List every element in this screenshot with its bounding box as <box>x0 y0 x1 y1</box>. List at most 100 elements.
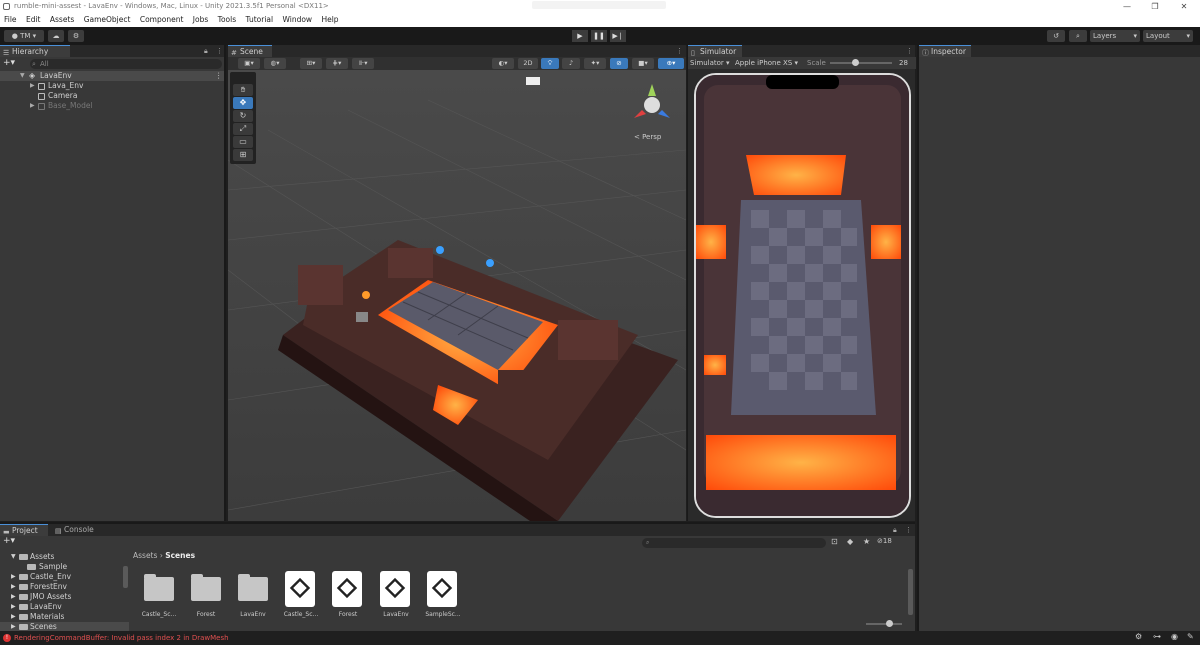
panel-menu-icon[interactable]: ⋮ <box>905 524 912 536</box>
favorites-icon[interactable]: ★ <box>863 537 870 546</box>
asset-folder-castle-scenes[interactable]: Castle_Sc... <box>135 571 183 621</box>
hierarchy-item-lavaenv[interactable]: ▼ ◈ LavaEnv ⋮ <box>0 71 224 81</box>
gizmos-dropdown[interactable]: ⊕▾ <box>658 58 684 69</box>
grid-snap-dropdown[interactable]: ⋕▾ <box>326 58 348 69</box>
status-message[interactable]: RenderingCommandBuffer: Invalid pass ind… <box>14 634 229 642</box>
network-icon[interactable]: ⊶ <box>1153 632 1161 641</box>
scale-slider[interactable] <box>830 59 892 66</box>
hierarchy-search-input[interactable]: ⌕ All <box>30 59 222 69</box>
step-button[interactable]: ▶❘ <box>610 30 626 42</box>
rotate-tool-icon[interactable]: ↻ <box>233 110 253 122</box>
collab-icon[interactable]: ⚙ <box>68 30 84 42</box>
account-dropdown[interactable]: ● TM ▾ <box>4 30 44 42</box>
toggle-2d-button[interactable]: 2D <box>518 58 538 69</box>
menu-file[interactable]: File <box>4 15 17 24</box>
scale-tool-icon[interactable]: ⤢ <box>233 123 253 135</box>
tab-scene[interactable]: # Scene <box>228 45 272 57</box>
maximize-button[interactable]: ❐ <box>1143 0 1167 13</box>
panel-menu-icon[interactable]: ⋮ <box>216 45 223 57</box>
tab-console[interactable]: ▤ Console <box>52 524 98 536</box>
hidden-packages-toggle[interactable]: ⊘18 <box>877 537 892 545</box>
tree-item-sample[interactable]: Sample <box>0 562 129 572</box>
status-bar[interactable]: ! RenderingCommandBuffer: Invalid pass i… <box>0 631 917 645</box>
menu-jobs[interactable]: Jobs <box>193 15 208 24</box>
tab-hierarchy[interactable]: ☰ Hierarchy <box>0 45 70 57</box>
expand-arrow-icon[interactable]: ▼ <box>20 71 25 81</box>
tab-inspector[interactable]: ⓘ Inspector <box>919 45 971 57</box>
asset-folder-forest[interactable]: Forest <box>182 571 230 621</box>
notifications-icon[interactable]: ✎ <box>1187 632 1194 641</box>
breadcrumb-assets[interactable]: Assets <box>133 551 157 560</box>
expand-arrow-icon[interactable]: ▶ <box>11 602 16 612</box>
asset-scene-castle[interactable]: Castle_Sc... <box>277 571 325 621</box>
layers-dropdown[interactable]: Layers ▾ <box>1090 30 1140 42</box>
draw-mode-dropdown[interactable]: ▣▾ <box>238 58 260 69</box>
transform-tool-icon[interactable]: ⊞ <box>233 149 253 161</box>
expand-arrow-icon[interactable]: ▶ <box>11 572 16 582</box>
expand-arrow-icon[interactable]: ▶ <box>11 582 16 592</box>
history-icon[interactable]: ↺ <box>1047 30 1065 42</box>
projection-label[interactable]: < Persp <box>634 133 661 141</box>
cloud-icon[interactable]: ☁ <box>48 30 64 42</box>
search-by-label-icon[interactable]: ◆ <box>847 537 853 546</box>
search-by-type-icon[interactable]: ⊡ <box>831 537 838 546</box>
tree-item-castle-env[interactable]: ▶ Castle_Env <box>0 572 129 582</box>
menu-component[interactable]: Component <box>140 15 184 24</box>
menu-help[interactable]: Help <box>321 15 338 24</box>
asset-scene-lavaenv[interactable]: LavaEnv <box>372 571 420 621</box>
panel-menu-icon[interactable]: ⋮ <box>676 45 683 57</box>
minimize-button[interactable]: — <box>1115 0 1139 13</box>
lock-icon[interactable]: 🔒︎ <box>893 524 897 536</box>
asset-scrollbar[interactable] <box>908 569 913 615</box>
menu-tutorial[interactable]: Tutorial <box>246 15 274 24</box>
expand-arrow-icon[interactable]: ▶ <box>30 101 35 111</box>
menu-gameobject[interactable]: GameObject <box>84 15 131 24</box>
tree-item-jmo-assets[interactable]: ▶ JMO Assets <box>0 592 129 602</box>
pause-button[interactable]: ❚❚ <box>591 30 607 42</box>
game-view[interactable] <box>696 75 909 516</box>
expand-arrow-icon[interactable]: ▶ <box>30 81 35 91</box>
close-window-button[interactable]: ✕ <box>1172 0 1196 13</box>
point-light-icon[interactable] <box>362 291 370 299</box>
play-button[interactable]: ▶ <box>572 30 588 42</box>
panel-menu-icon[interactable]: ⋮ <box>906 45 913 57</box>
icon-size-slider[interactable] <box>866 620 902 627</box>
camera-gizmo-icon[interactable] <box>356 312 368 322</box>
scene-viewport[interactable] <box>228 70 686 521</box>
tree-item-materials[interactable]: ▶ Materials <box>0 612 129 622</box>
asset-scene-sample[interactable]: SampleSc... <box>419 571 467 621</box>
render-mode-dropdown[interactable]: ◍▾ <box>264 58 286 69</box>
project-search-input[interactable]: ⌕ <box>642 538 826 548</box>
search-icon[interactable]: ⌕ <box>1069 30 1087 42</box>
bug-icon[interactable]: ⚙ <box>1135 632 1142 641</box>
expand-arrow-icon[interactable]: ▼ <box>11 552 16 562</box>
hierarchy-item-lava-env[interactable]: ▶ Lava_Env <box>0 81 224 91</box>
camera-settings-dropdown[interactable]: ■▾ <box>632 58 654 69</box>
rect-tool-icon[interactable]: ▭ <box>233 136 253 148</box>
item-menu-icon[interactable]: ⋮ <box>215 71 223 81</box>
pivot-dropdown[interactable]: ⊞▾ <box>300 58 322 69</box>
audio-toggle-icon[interactable]: ♪ <box>562 58 580 69</box>
tree-item-forestenv[interactable]: ▶ ForestEnv <box>0 582 129 592</box>
move-tool-icon[interactable]: ✥ <box>233 97 253 109</box>
tree-item-assets[interactable]: ▼ Assets <box>0 552 129 562</box>
menu-edit[interactable]: Edit <box>26 15 41 24</box>
create-asset-button[interactable]: +▾ <box>3 536 15 546</box>
breadcrumb-scenes[interactable]: Scenes <box>165 551 195 560</box>
hierarchy-item-base-model[interactable]: ▶ Base_Model <box>0 101 224 111</box>
lighting-toggle-icon[interactable]: 💡︎ <box>541 58 559 69</box>
expand-arrow-icon[interactable]: ▶ <box>11 612 16 622</box>
icon-size-slider-thumb[interactable] <box>886 620 893 627</box>
hand-tool-icon[interactable]: ✋︎ <box>233 84 253 96</box>
simulator-mode-dropdown[interactable]: Simulator ▾ <box>690 57 730 69</box>
menu-tools[interactable]: Tools <box>218 15 236 24</box>
effects-dropdown[interactable]: ✦▾ <box>584 58 606 69</box>
lock-icon[interactable]: 🔒︎ <box>204 45 208 57</box>
layout-dropdown[interactable]: Layout ▾ <box>1143 30 1193 42</box>
device-dropdown[interactable]: Apple iPhone XS ▾ <box>735 57 798 69</box>
menu-assets[interactable]: Assets <box>50 15 74 24</box>
tree-scrollbar[interactable] <box>123 566 128 588</box>
asset-scene-forest[interactable]: Forest <box>324 571 372 621</box>
tab-simulator[interactable]: ▯ Simulator <box>688 45 742 57</box>
point-light-icon[interactable] <box>486 259 494 267</box>
